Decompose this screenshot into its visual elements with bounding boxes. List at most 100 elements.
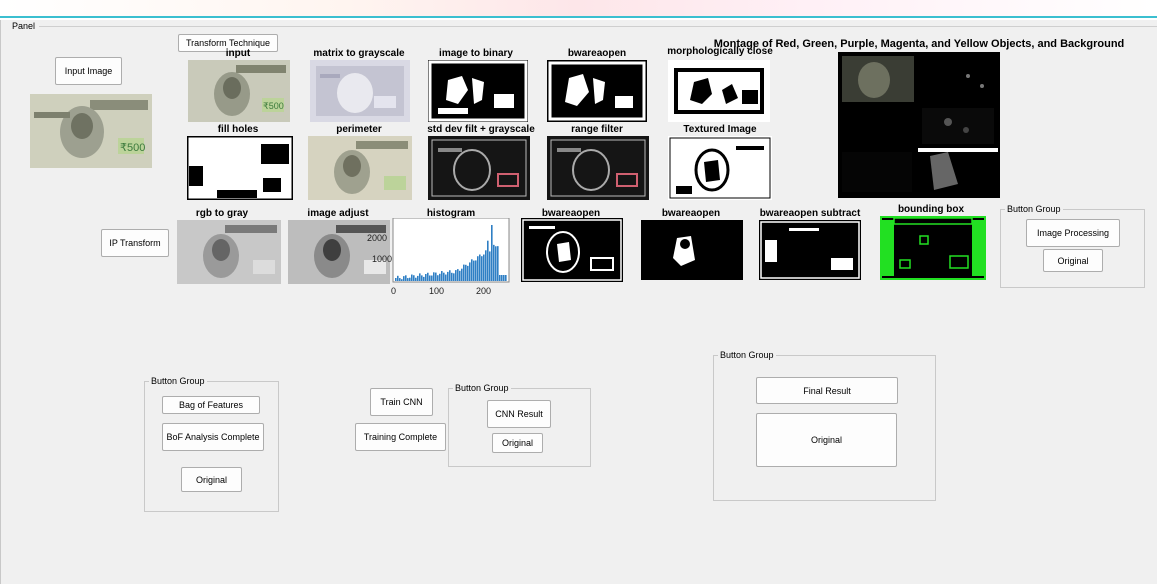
title-montage: Montage of Red, Green, Purple, Magenta, …: [713, 38, 1125, 50]
thumb-bounding-box: [880, 216, 986, 280]
histogram-bar: [441, 271, 443, 281]
histogram-bar: [395, 278, 397, 281]
title-bwareaopen-3: bwareaopen: [661, 208, 721, 219]
hist-ytick-2000: 2000: [367, 233, 387, 243]
thumb-fill-holes: [187, 136, 293, 200]
histogram-bar: [427, 272, 429, 281]
histogram-bar: [407, 278, 409, 281]
histogram-bar: [495, 246, 497, 281]
title-fill-holes: fill holes: [217, 124, 259, 135]
train-cnn-button[interactable]: Train CNN: [370, 388, 433, 416]
histogram-bar: [403, 276, 405, 281]
histogram-chart: 2000 1000 0 100 200: [365, 218, 515, 302]
thumb-bwareaopen-3: [641, 220, 743, 280]
histogram-bar: [489, 251, 491, 281]
hist-xtick-200: 200: [476, 286, 491, 296]
histogram-bar: [423, 276, 425, 281]
hist-xtick-100: 100: [429, 286, 444, 296]
histogram-bar: [439, 273, 441, 281]
histogram-bar: [419, 273, 421, 281]
image-processing-button[interactable]: Image Processing: [1026, 219, 1120, 247]
ip-transform-button[interactable]: IP Transform: [101, 229, 169, 257]
histogram-bar: [409, 277, 411, 281]
histogram-bar: [481, 256, 483, 281]
title-range-filter: range filter: [571, 124, 623, 135]
cnn-result-button[interactable]: CNN Result: [487, 400, 551, 428]
histogram-bar: [451, 272, 453, 281]
histogram-bar: [397, 275, 399, 281]
final-group-label: Button Group: [718, 350, 776, 360]
title-textured-image: Textured Image: [683, 124, 757, 135]
final-result-button[interactable]: Final Result: [756, 377, 898, 404]
title-image-to-binary: image to binary: [439, 48, 513, 59]
thumb-bwareaopen-1: [547, 60, 647, 122]
title-input: input: [225, 48, 251, 59]
title-perimeter: perimeter: [336, 124, 382, 135]
panel-title: Panel: [11, 21, 37, 31]
thumb-image-to-binary: [428, 60, 528, 122]
histogram-bar: [433, 272, 435, 281]
histogram-bar: [399, 278, 401, 281]
histogram-bar: [429, 275, 431, 281]
thumb-range-filter: [547, 136, 649, 200]
histogram-bar: [455, 270, 457, 281]
svg-text:₹500: ₹500: [263, 101, 284, 111]
histogram-bar: [491, 225, 493, 281]
histogram-bar: [413, 275, 415, 281]
title-std-dev: std dev filt + grayscale: [427, 124, 535, 135]
top-decorative-strip: [0, 0, 1157, 18]
histogram-bar: [497, 246, 499, 281]
histogram-bar: [417, 275, 419, 281]
histogram-bar: [483, 254, 485, 281]
title-bwareaopen-subtract: bwareaopen subtract: [759, 208, 861, 219]
title-rgb-to-gray: rgb to gray: [195, 208, 249, 219]
thumb-textured-image: [668, 136, 772, 200]
histogram-bar: [467, 265, 469, 281]
thumb-rgb-to-gray: [177, 220, 281, 284]
title-image-adjust: image adjust: [307, 208, 369, 219]
thumb-bwareaopen-subtract: [759, 220, 861, 280]
histogram-bar: [457, 269, 459, 281]
histogram-bar: [405, 275, 407, 281]
cnn-original-button[interactable]: Original: [492, 433, 543, 453]
histogram-bar: [475, 260, 477, 281]
histogram-bar: [435, 272, 437, 281]
hist-ytick-1000: 1000: [372, 254, 392, 264]
histogram-bar: [463, 264, 465, 281]
thumb-std-dev: [428, 136, 530, 200]
histogram-bar: [443, 272, 445, 281]
title-bwareaopen-1: bwareaopen: [567, 48, 627, 59]
input-image-thumbnail: ₹500: [30, 94, 152, 168]
bag-of-features-button[interactable]: Bag of Features: [162, 396, 260, 414]
thumb-montage: [838, 52, 1000, 198]
thumb-morph-close: [668, 60, 770, 122]
histogram-bar: [425, 274, 427, 281]
histogram-bar: [437, 275, 439, 281]
title-bounding-box: bounding box: [897, 204, 965, 215]
thumb-input: ₹500: [188, 60, 290, 122]
hist-xtick-0: 0: [391, 286, 396, 296]
bof-original-button[interactable]: Original: [181, 467, 242, 492]
bof-analysis-complete-button[interactable]: BoF Analysis Complete: [162, 423, 264, 451]
histogram-bar: [499, 275, 501, 281]
panel-border-line: [39, 26, 1157, 27]
histogram-bar: [453, 273, 455, 281]
ip-original-button[interactable]: Original: [1043, 249, 1103, 272]
histogram-bar: [445, 274, 447, 281]
ip-group-label: Button Group: [1005, 204, 1063, 214]
histogram-bar: [473, 260, 475, 281]
training-complete-button[interactable]: Training Complete: [355, 423, 446, 451]
histogram-bar: [465, 264, 467, 281]
histogram-bar: [415, 277, 417, 281]
histogram-bar: [449, 270, 451, 281]
histogram-bar: [485, 250, 487, 281]
thumb-perimeter: [308, 136, 412, 200]
histogram-bar: [477, 256, 479, 281]
input-image-button[interactable]: Input Image: [55, 57, 122, 85]
histogram-bar: [431, 275, 433, 281]
title-matrix-to-grayscale: matrix to grayscale: [313, 48, 405, 59]
histogram-bar: [487, 240, 489, 281]
final-original-button[interactable]: Original: [756, 413, 897, 467]
histogram-bar: [501, 275, 503, 281]
cnn-group-label: Button Group: [453, 383, 511, 393]
